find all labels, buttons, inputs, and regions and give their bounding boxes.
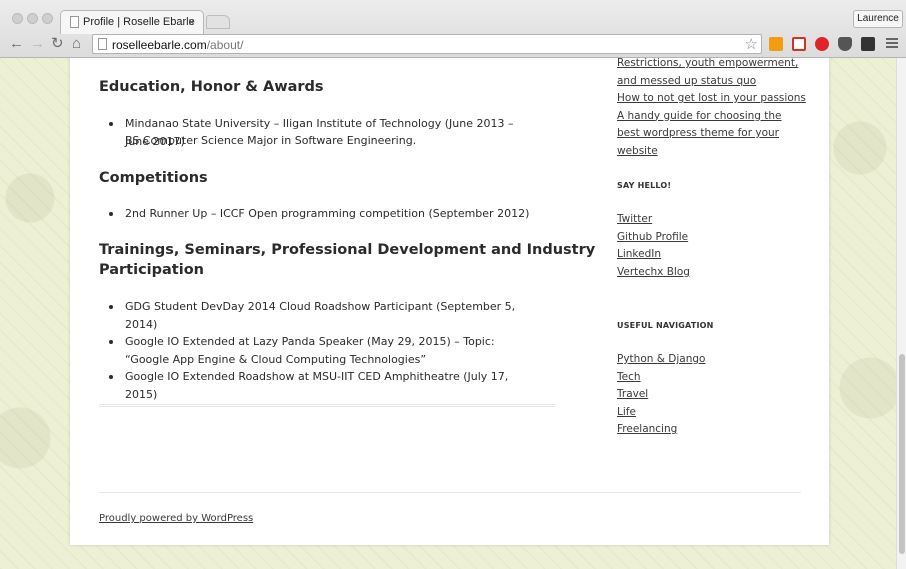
page-viewport: Education, Honor & Awards Mindanao State… xyxy=(0,58,896,569)
zoom-window-button[interactable] xyxy=(42,13,53,24)
recent-posts-list: Restrictions, youth empowerment, and mes… xyxy=(617,58,807,160)
analytics-extension-icon[interactable] xyxy=(769,37,783,51)
content-card: Education, Honor & Awards Mindanao State… xyxy=(70,58,829,545)
footer-divider xyxy=(99,492,801,493)
entry-divider xyxy=(99,404,555,407)
tab-title: Profile | Roselle Ebarle xyxy=(83,16,195,28)
competitions-list: 2nd Runner Up – ICCF Open programming co… xyxy=(107,205,537,223)
close-window-button[interactable] xyxy=(12,13,23,24)
wordpress-credit-link[interactable]: Proudly powered by WordPress xyxy=(99,513,253,524)
forward-arrow-icon[interactable]: → xyxy=(30,36,45,51)
nav-link-life[interactable]: Life xyxy=(617,404,807,422)
vertical-scrollbar[interactable] xyxy=(896,58,906,569)
vertechx-blog-link[interactable]: Vertechx Blog xyxy=(617,264,807,282)
competitions-heading: Competitions xyxy=(99,170,208,186)
close-tab-icon[interactable]: × xyxy=(188,15,195,29)
trainings-list: GDG Student DevDay 2014 Cloud Roadshow P… xyxy=(107,298,537,403)
page-icon xyxy=(98,38,107,50)
bookmark-star-icon[interactable]: ☆ xyxy=(745,35,758,53)
trainings-heading-line1: Trainings, Seminars, Professional Develo… xyxy=(99,242,596,258)
useful-navigation-heading: USEFUL NAVIGATION xyxy=(617,321,714,330)
scrollbar-thumb[interactable] xyxy=(899,354,905,554)
recent-post-link[interactable]: How to not get lost in your passions xyxy=(617,90,807,108)
recent-post-link[interactable]: Restrictions, youth empowerment, and mes… xyxy=(617,58,807,90)
github-profile-link[interactable]: Github Profile xyxy=(617,229,807,247)
medium-extension-icon[interactable] xyxy=(861,37,875,51)
url-text[interactable]: roselleebarle.com/about/ xyxy=(112,38,243,52)
opera-extension-icon[interactable] xyxy=(815,37,829,51)
gmail-extension-icon[interactable] xyxy=(792,37,806,51)
home-icon[interactable]: ⌂ xyxy=(72,36,81,51)
browser-tab[interactable]: Profile | Roselle Ebarle × xyxy=(60,10,204,34)
profile-button[interactable]: Laurence xyxy=(853,10,903,28)
reload-icon[interactable]: ↻ xyxy=(51,36,64,51)
nav-link-tech[interactable]: Tech xyxy=(617,369,807,387)
education-heading: Education, Honor & Awards xyxy=(99,79,324,95)
menu-icon[interactable] xyxy=(886,38,898,50)
list-item: Google IO Extended at Lazy Panda Speaker… xyxy=(107,333,537,368)
new-tab-button[interactable] xyxy=(206,15,230,29)
page-icon xyxy=(70,16,79,28)
useful-navigation-list: Python & Django Tech Travel Life Freelan… xyxy=(617,351,807,439)
nav-link-travel[interactable]: Travel xyxy=(617,386,807,404)
minimize-window-button[interactable] xyxy=(27,13,38,24)
say-hello-list: Twitter Github Profile LinkedIn Vertechx… xyxy=(617,211,807,281)
address-bar[interactable]: roselleebarle.com/about/ ☆ xyxy=(92,34,762,54)
say-hello-heading: SAY HELLO! xyxy=(617,181,672,190)
twitter-link[interactable]: Twitter xyxy=(617,211,807,229)
browser-chrome: Profile | Roselle Ebarle × Laurence ← → … xyxy=(0,0,906,58)
recent-post-link[interactable]: A handy guide for choosing the best word… xyxy=(617,108,807,161)
back-arrow-icon[interactable]: ← xyxy=(9,36,24,51)
education-degree: BS Computer Science Major in Software En… xyxy=(125,134,417,147)
linkedin-link[interactable]: LinkedIn xyxy=(617,246,807,264)
trainings-heading-line2: Participation xyxy=(99,262,204,278)
list-item: GDG Student DevDay 2014 Cloud Roadshow P… xyxy=(107,298,537,333)
trainings-heading: Trainings, Seminars, Professional Develo… xyxy=(99,240,595,280)
list-item: Google IO Extended Roadshow at MSU-IIT C… xyxy=(107,368,537,403)
pocket-extension-icon[interactable] xyxy=(838,37,852,51)
nav-link-python-django[interactable]: Python & Django xyxy=(617,351,807,369)
nav-link-freelancing[interactable]: Freelancing xyxy=(617,421,807,439)
list-item: 2nd Runner Up – ICCF Open programming co… xyxy=(107,205,537,223)
